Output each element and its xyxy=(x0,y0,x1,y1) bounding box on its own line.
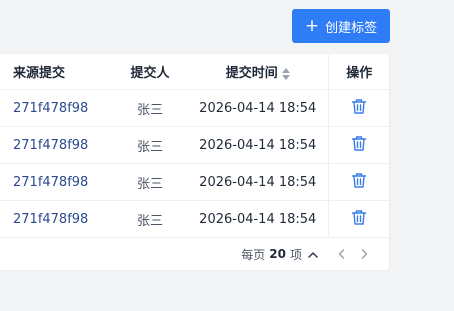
table-row: 271f478f98 张三 2026-04-14 18:54 xyxy=(0,200,390,238)
plus-icon: + xyxy=(304,15,320,36)
submitter-cell: 张三 xyxy=(112,89,188,127)
action-cell xyxy=(327,163,390,201)
create-tag-button[interactable]: + 创建标签 xyxy=(292,9,390,43)
column-header-time[interactable]: 提交时间 xyxy=(188,54,328,90)
tags-table: 来源提交 提交人 提交时间 操作 271f478f98 张三 2026-04-1… xyxy=(0,54,390,238)
submit-time-cell: 2026-04-14 18:54 xyxy=(188,163,328,201)
action-cell xyxy=(327,200,390,238)
action-cell xyxy=(327,89,390,127)
submit-time-cell: 2026-04-14 18:54 xyxy=(188,200,328,238)
column-header-source: 来源提交 xyxy=(0,54,112,90)
trash-icon[interactable] xyxy=(351,172,367,193)
submit-time-cell: 2026-04-14 18:54 xyxy=(188,126,328,164)
submitter-cell: 张三 xyxy=(112,126,188,164)
source-commit-link[interactable]: 271f478f98 xyxy=(0,126,112,164)
source-commit-link[interactable]: 271f478f98 xyxy=(0,163,112,201)
table-row: 271f478f98 张三 2026-04-14 18:54 xyxy=(0,163,390,201)
create-tag-label: 创建标签 xyxy=(325,20,378,36)
chevron-left-icon xyxy=(338,249,345,259)
page-size-prefix: 每页 xyxy=(241,247,266,262)
chevron-up-icon xyxy=(308,251,318,258)
submitter-cell: 张三 xyxy=(112,163,188,201)
table-header-row: 来源提交 提交人 提交时间 操作 xyxy=(0,54,390,90)
prev-page-button[interactable] xyxy=(338,249,345,259)
column-header-op: 操作 xyxy=(327,54,390,90)
source-commit-link[interactable]: 271f478f98 xyxy=(0,89,112,127)
chevron-right-icon xyxy=(361,249,368,259)
table-row: 271f478f98 张三 2026-04-14 18:54 xyxy=(0,126,390,164)
submit-time-cell: 2026-04-14 18:54 xyxy=(188,89,328,127)
column-header-person: 提交人 xyxy=(112,54,188,90)
page-size-value: 20 xyxy=(269,247,286,261)
tags-table-card: 来源提交 提交人 提交时间 操作 271f478f98 张三 2026-04-1… xyxy=(0,54,390,270)
source-commit-link[interactable]: 271f478f98 xyxy=(0,200,112,238)
submitter-cell: 张三 xyxy=(112,200,188,238)
sort-icon[interactable] xyxy=(281,67,290,80)
table-row: 271f478f98 张三 2026-04-14 18:54 xyxy=(0,89,390,127)
trash-icon[interactable] xyxy=(351,98,367,119)
column-header-time-label: 提交时间 xyxy=(225,66,278,81)
action-cell xyxy=(327,126,390,164)
page-size-selector[interactable]: 每页 20 项 xyxy=(241,246,318,263)
page-size-suffix: 项 xyxy=(289,247,302,262)
trash-icon[interactable] xyxy=(351,135,367,156)
next-page-button[interactable] xyxy=(361,249,368,259)
pagination: 每页 20 项 xyxy=(0,238,390,270)
trash-icon[interactable] xyxy=(351,209,367,230)
